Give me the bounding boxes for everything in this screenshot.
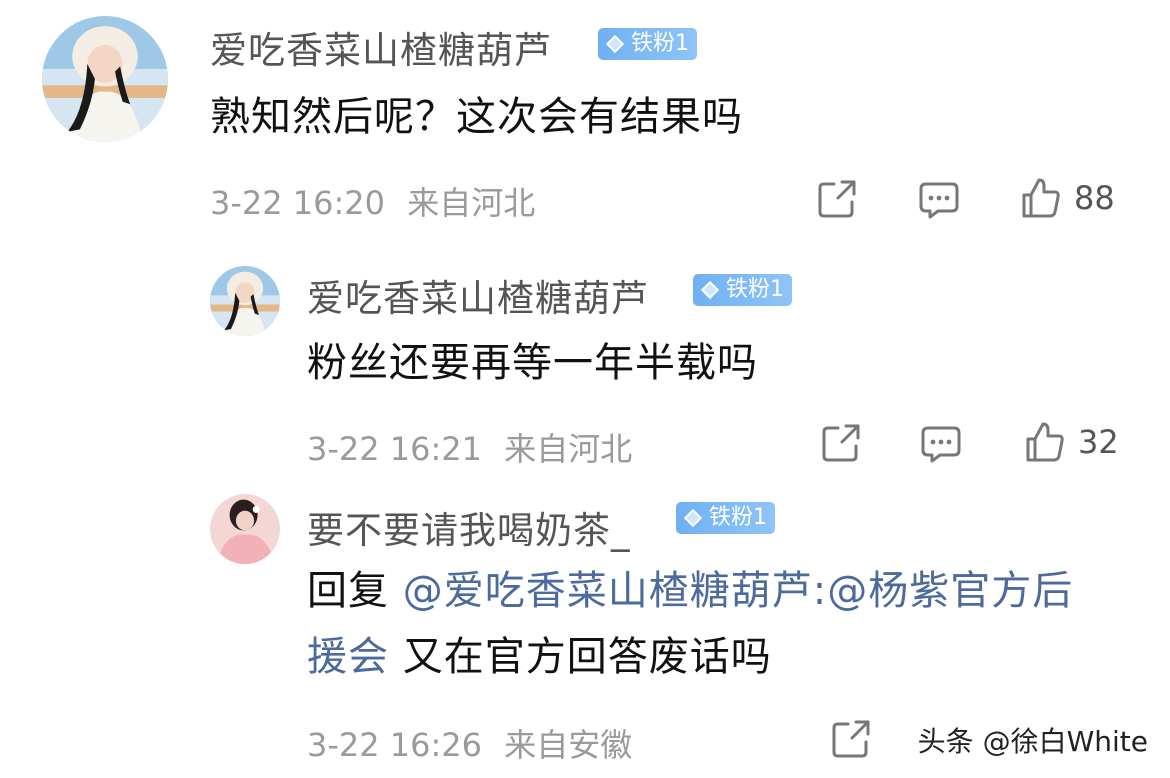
like-count: 32 [1078, 423, 1119, 461]
comment-icon [919, 182, 959, 219]
comment-meta: 3-22 16:26 来自安徽 [307, 720, 632, 766]
share-icon [818, 180, 856, 218]
avatar-image [42, 16, 168, 142]
comment-meta: 3-22 16:21 来自河北 [307, 424, 632, 470]
reply-item: 爱吃香菜山楂糖葫芦 铁粉1 粉丝还要再等一年半载吗 3-22 16:21 来自河… [0, 250, 1170, 480]
fan-badge: 铁粉1 [598, 28, 697, 60]
reply-prefix: 回复 [307, 568, 403, 614]
comment-text: 粉丝还要再等一年半载吗 [307, 340, 758, 386]
reply-button[interactable] [920, 424, 962, 464]
like-button[interactable]: 88 [1020, 176, 1115, 220]
watermark: 头条 @徐白White [917, 725, 1148, 758]
avatar[interactable] [210, 494, 280, 564]
location: 来自河北 [407, 184, 536, 222]
reply-text: 又在官方回答废话吗 [389, 634, 772, 680]
username[interactable]: 爱吃香菜山楂糖葫芦 [307, 268, 649, 322]
fan-badge: 铁粉1 [676, 502, 775, 534]
location: 来自河北 [504, 430, 633, 468]
comment-text: 回复 @爱吃香菜山楂糖葫芦:@杨紫官方后援会 又在官方回答废话吗 [307, 558, 1107, 690]
avatar-image [210, 266, 280, 336]
avatar[interactable] [42, 16, 168, 142]
share-icon [832, 720, 870, 758]
share-button[interactable] [816, 178, 858, 220]
fan-badge: 铁粉1 [693, 274, 792, 306]
comment-meta: 3-22 16:20 来自河北 [210, 178, 535, 224]
timestamp: 3-22 16:20 [210, 184, 386, 222]
username[interactable]: 要不要请我喝奶茶_ [307, 500, 631, 554]
diamond-icon [605, 34, 625, 54]
timestamp: 3-22 16:26 [307, 726, 483, 764]
comment-text: 熟知然后呢？这次会有结果吗 [210, 94, 743, 140]
comment-icon [921, 426, 961, 463]
like-button[interactable]: 32 [1024, 420, 1119, 464]
share-button[interactable] [830, 718, 872, 760]
timestamp: 3-22 16:21 [307, 430, 483, 468]
location: 来自安徽 [504, 726, 633, 764]
thumbs-up-icon [1022, 178, 1060, 218]
diamond-icon [683, 508, 703, 528]
share-icon [822, 424, 860, 462]
diamond-icon [700, 280, 720, 300]
thumbs-up-icon [1026, 422, 1064, 462]
badge-label: 铁粉1 [631, 31, 689, 56]
reply-button[interactable] [918, 180, 960, 220]
badge-label: 铁粉1 [709, 505, 767, 530]
badge-label: 铁粉1 [726, 277, 784, 302]
comment-item: 爱吃香菜山楂糖葫芦 铁粉1 熟知然后呢？这次会有结果吗 3-22 16:20 来… [0, 0, 1170, 240]
like-count: 88 [1074, 179, 1115, 217]
share-button[interactable] [820, 422, 862, 464]
avatar[interactable] [210, 266, 280, 336]
username[interactable]: 爱吃香菜山楂糖葫芦 [210, 20, 552, 74]
avatar-image [210, 494, 280, 564]
